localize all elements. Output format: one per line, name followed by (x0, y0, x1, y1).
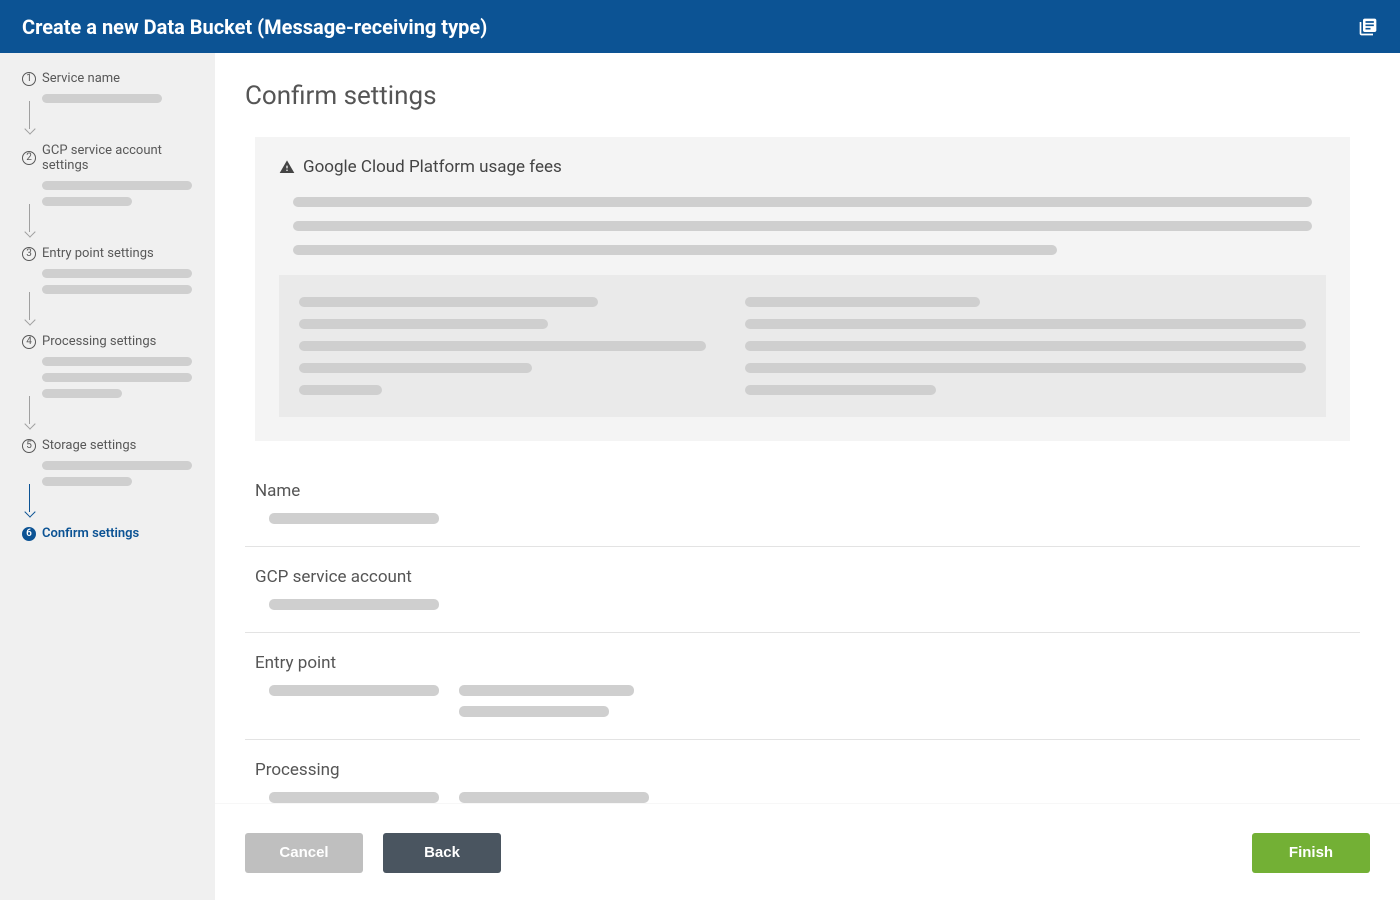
placeholder-line (459, 706, 609, 717)
step-entry-point[interactable]: 3 Entry point settings (22, 246, 203, 324)
placeholder-line (42, 477, 132, 486)
step-gcp-service-account[interactable]: 2 GCP service account settings (22, 143, 203, 236)
step-number-1: 1 (22, 72, 36, 86)
header-title: Create a new Data Bucket (Message-receiv… (22, 15, 487, 39)
step-label: GCP service account settings (42, 143, 203, 173)
placeholder-line (42, 461, 192, 470)
wizard-steps-sidebar: 1 Service name 2 GCP service account set… (0, 53, 215, 900)
step-label: Processing settings (42, 334, 156, 349)
placeholder-line (299, 363, 532, 373)
step-service-name[interactable]: 1 Service name (22, 71, 203, 133)
step-number-2: 2 (22, 151, 36, 165)
placeholder-line (299, 319, 548, 329)
section-name: Name (245, 469, 1360, 547)
placeholder-line (269, 599, 439, 610)
content-scroll: Confirm settings Google Cloud Platform u… (215, 53, 1400, 804)
page-title: Confirm settings (245, 81, 1360, 111)
step-processing[interactable]: 4 Processing settings (22, 334, 203, 428)
placeholder-line (293, 197, 1312, 207)
step-number-6: 6 (22, 527, 36, 541)
placeholder-line (42, 373, 192, 382)
app-header: Create a new Data Bucket (Message-receiv… (0, 0, 1400, 53)
section-title: GCP service account (255, 567, 1350, 587)
step-label: Service name (42, 71, 120, 86)
main-panel: Confirm settings Google Cloud Platform u… (215, 53, 1400, 900)
placeholder-line (293, 245, 1057, 255)
section-gcp-service-account: GCP service account (245, 555, 1360, 633)
section-processing: Processing (245, 748, 1360, 804)
placeholder-line (269, 685, 439, 696)
warning-icon (279, 159, 295, 175)
back-button[interactable]: Back (383, 833, 501, 873)
usage-fees-warning: Google Cloud Platform usage fees (255, 137, 1350, 441)
wizard-footer: Cancel Back Finish (215, 804, 1400, 900)
warning-details-box (279, 275, 1326, 417)
placeholder-line (42, 389, 122, 398)
placeholder-line (459, 685, 634, 696)
step-number-5: 5 (22, 439, 36, 453)
placeholder-line (745, 341, 1306, 351)
step-label: Storage settings (42, 438, 136, 453)
placeholder-line (42, 94, 162, 103)
step-number-3: 3 (22, 247, 36, 261)
section-title: Name (255, 481, 1350, 501)
step-confirm-settings[interactable]: 6 Confirm settings (22, 526, 203, 541)
step-label: Entry point settings (42, 246, 154, 261)
section-title: Entry point (255, 653, 1350, 673)
placeholder-line (42, 285, 192, 294)
step-storage[interactable]: 5 Storage settings (22, 438, 203, 516)
finish-button[interactable]: Finish (1252, 833, 1370, 873)
placeholder-line (293, 221, 1312, 231)
placeholder-line (745, 297, 981, 307)
placeholder-line (42, 181, 192, 190)
cancel-button[interactable]: Cancel (245, 833, 363, 873)
placeholder-line (299, 297, 598, 307)
warning-title-text: Google Cloud Platform usage fees (303, 157, 562, 177)
placeholder-line (299, 385, 382, 395)
placeholder-line (42, 269, 192, 278)
library-books-icon[interactable] (1358, 17, 1378, 37)
placeholder-line (745, 385, 936, 395)
placeholder-line (42, 357, 192, 366)
placeholder-line (269, 792, 439, 803)
step-number-4: 4 (22, 335, 36, 349)
section-entry-point: Entry point (245, 641, 1360, 740)
placeholder-line (459, 792, 649, 803)
placeholder-line (269, 513, 439, 524)
placeholder-line (299, 341, 706, 351)
placeholder-line (745, 319, 1306, 329)
step-label: Confirm settings (42, 526, 139, 541)
section-title: Processing (255, 760, 1350, 780)
placeholder-line (745, 363, 1306, 373)
placeholder-line (42, 197, 132, 206)
